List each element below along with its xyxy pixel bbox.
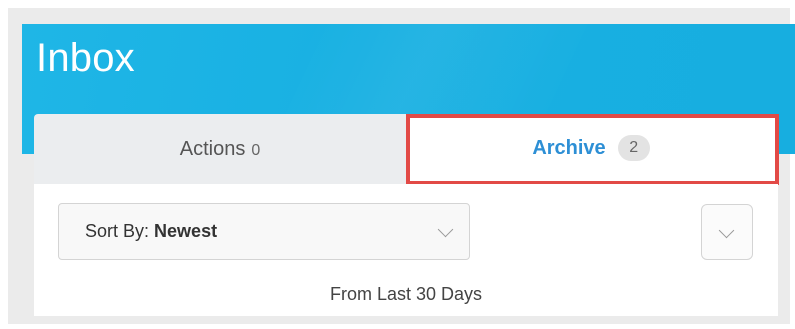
sort-by-value: Newest: [154, 221, 218, 241]
tab-actions-count: 0: [251, 141, 261, 159]
sort-by-label: Sort By: Newest: [85, 221, 217, 242]
screenshot-frame: Inbox Actions 0 Archive 2 Sort By: Newes…: [0, 0, 795, 329]
sort-by-dropdown[interactable]: Sort By: Newest: [58, 203, 470, 260]
inbox-content: Sort By: Newest From Last 30 Days: [34, 184, 778, 316]
chevron-down-icon: [437, 221, 454, 238]
tab-actions[interactable]: Actions 0: [34, 114, 406, 184]
expand-options-button[interactable]: [701, 204, 753, 260]
date-range-text: From Last 30 Days: [329, 284, 483, 304]
tab-archive-label: Archive: [532, 136, 606, 159]
tab-archive-count-badge: 2: [617, 135, 650, 161]
tab-actions-label: Actions: [179, 137, 246, 160]
sort-by-prefix: Sort By:: [85, 221, 150, 241]
page-title: Inbox: [36, 36, 135, 80]
tab-archive[interactable]: Archive 2: [406, 114, 776, 182]
chevron-down-icon: [718, 222, 735, 239]
